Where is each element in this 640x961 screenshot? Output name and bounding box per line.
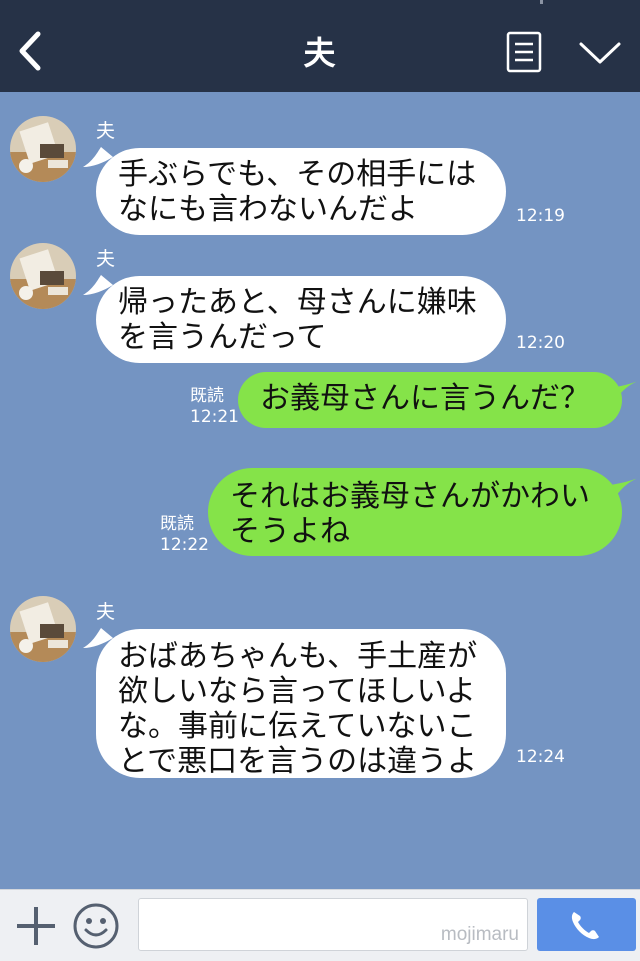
message-time: 12:19 bbox=[516, 206, 565, 226]
phone-icon bbox=[571, 912, 599, 940]
chat-header: 夫 bbox=[0, 0, 640, 92]
sender-name: 夫 bbox=[96, 248, 116, 270]
message-time: 12:21 bbox=[190, 407, 239, 427]
input-bar: mojimaru bbox=[0, 889, 640, 961]
message-time: 12:22 bbox=[160, 535, 209, 555]
message-input[interactable]: mojimaru bbox=[138, 898, 528, 951]
sender-name: 夫 bbox=[96, 601, 116, 623]
avatar[interactable] bbox=[10, 243, 76, 309]
message-bubble[interactable]: 帰ったあと、母さんに嫌味 を言うんだって bbox=[96, 276, 506, 363]
read-receipt: 既読 bbox=[160, 514, 194, 534]
avatar[interactable] bbox=[10, 596, 76, 662]
message-bubble[interactable]: それはお義母さんがかわい そうよね bbox=[208, 468, 622, 556]
message-bubble[interactable]: お義母さんに言うんだ？ bbox=[238, 372, 622, 428]
watermark: mojimaru bbox=[440, 924, 519, 945]
chevron-down-icon[interactable] bbox=[578, 38, 622, 68]
smiley-icon[interactable] bbox=[72, 902, 120, 950]
call-button[interactable] bbox=[537, 898, 636, 951]
message-time: 12:24 bbox=[516, 747, 565, 767]
message-bubble[interactable]: おばあちゃんも、手土産が 欲しいなら言ってほしいよ な。事前に伝えていないこ と… bbox=[96, 629, 506, 779]
message-time: 12:20 bbox=[516, 333, 565, 353]
chat-title: 夫 bbox=[303, 34, 337, 72]
plus-icon[interactable] bbox=[14, 904, 58, 948]
message-bubble[interactable]: 手ぶらでも、その相手には なにも言わないんだよ bbox=[96, 148, 506, 235]
avatar[interactable] bbox=[10, 116, 76, 182]
notes-icon[interactable] bbox=[506, 31, 542, 73]
sender-name: 夫 bbox=[96, 120, 116, 142]
status-indicator bbox=[540, 0, 543, 4]
read-receipt: 既読 bbox=[190, 386, 224, 406]
